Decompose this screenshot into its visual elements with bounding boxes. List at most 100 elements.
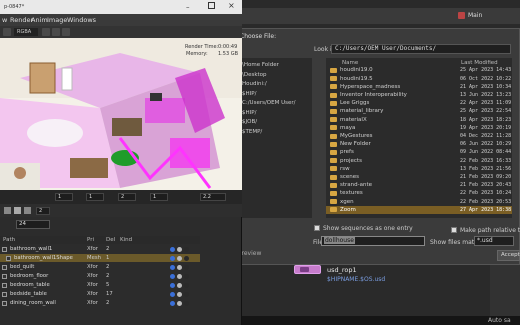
row-checkbox[interactable]	[2, 282, 7, 288]
file-row[interactable]: textures 22 Feb 2023 10:24	[326, 190, 512, 197]
favorite-item[interactable]: $JOB/	[242, 119, 257, 125]
snapshot-icon[interactable]	[3, 28, 11, 36]
visibility-dot-icon[interactable]	[177, 300, 182, 306]
file-row[interactable]: rsw 13 Feb 2023 21:56	[326, 165, 512, 172]
visibility-dot-icon[interactable]	[177, 264, 182, 270]
favorite-item[interactable]: C:/Users/OEM User/	[242, 100, 296, 106]
slot-field-3[interactable]: 2	[118, 193, 136, 201]
scene-row[interactable]: bed_quilt Xfor 2	[0, 263, 200, 271]
visibility-dot-icon[interactable]	[184, 291, 189, 297]
render-viewport[interactable]	[0, 38, 242, 190]
file-row[interactable]: strand-ante 21 Feb 2023 20:43	[326, 182, 512, 189]
stop-icon[interactable]	[4, 207, 11, 214]
file-row[interactable]: xgen 22 Feb 2023 20:53	[326, 198, 512, 205]
show-sequences-checkbox[interactable]	[314, 225, 320, 231]
menu-item-render[interactable]: Render	[10, 16, 33, 24]
visibility-dot-icon[interactable]	[184, 273, 189, 279]
column-header-modified[interactable]: Last Modified	[461, 60, 498, 66]
row-checkbox[interactable]	[6, 255, 11, 261]
column-path[interactable]: Path	[3, 237, 15, 243]
file-row[interactable]: projects 22 Feb 2023 16:33	[326, 157, 512, 164]
file-row[interactable]: scenes 21 Feb 2023 09:20	[326, 174, 512, 181]
play-frame-field[interactable]: 2	[36, 207, 50, 215]
exposure-icon[interactable]	[42, 28, 50, 36]
visibility-dot-icon[interactable]	[170, 300, 175, 306]
file-row[interactable]: Hyperspace_madness 21 Apr 2023 10:34	[326, 83, 512, 90]
row-checkbox[interactable]	[2, 300, 7, 306]
favorite-item[interactable]: \Desktop	[242, 72, 267, 78]
minimize-icon[interactable]: –	[186, 3, 190, 11]
match-filter-input[interactable]: *.usd	[474, 236, 514, 246]
relative-path-checkbox[interactable]	[451, 227, 457, 233]
play-icon[interactable]	[14, 207, 21, 214]
visibility-dot-icon[interactable]	[177, 246, 182, 252]
file-name-input[interactable]: dollhouse	[321, 236, 425, 246]
file-row[interactable]: New Folder 06 Jun 2022 10:29	[326, 141, 512, 148]
file-row[interactable]: Zoom 27 Apr 2023 18:38	[326, 206, 512, 214]
row-checkbox[interactable]	[2, 264, 7, 270]
scene-row[interactable]: bedroom_floor Xfor 2	[0, 272, 200, 280]
scene-row[interactable]: bathroom_wall1 Xfor 2	[0, 245, 200, 253]
close-icon[interactable]: ×	[228, 1, 235, 10]
look-in-path-field[interactable]: C:/Users/OEM User/Documents/	[331, 44, 511, 54]
scene-row[interactable]: bathroom_wall1Shape Mesh 1	[0, 254, 200, 262]
menu-item-anim[interactable]: Anim	[31, 16, 48, 24]
column-kind[interactable]: Kind	[120, 237, 132, 243]
visibility-dot-icon[interactable]	[177, 282, 182, 288]
row-checkbox[interactable]	[2, 246, 7, 252]
file-row[interactable]: material_library 25 Apr 2023 22:54	[326, 108, 512, 115]
visibility-dot-icon[interactable]	[170, 291, 175, 297]
file-row[interactable]: Inventor Interoperability 13 Jun 2022 13:…	[326, 92, 512, 99]
slot-field-4[interactable]: 1	[150, 193, 168, 201]
favorite-item[interactable]: \Home Folder	[242, 62, 279, 68]
visibility-dot-icon[interactable]	[184, 255, 189, 261]
favorite-item[interactable]: $HIP/	[242, 110, 256, 116]
slot-field-5[interactable]: 2.2	[200, 193, 226, 201]
column-pri[interactable]: Pri	[87, 237, 94, 243]
color-correct-icon[interactable]	[52, 28, 60, 36]
visibility-dot-icon[interactable]	[170, 282, 175, 288]
lut-icon[interactable]	[62, 28, 70, 36]
visibility-dot-icon[interactable]	[177, 273, 182, 279]
visibility-dot-icon[interactable]	[184, 246, 189, 252]
favorite-item[interactable]: $HIP/	[242, 91, 256, 97]
accept-button[interactable]: Accept	[497, 250, 520, 261]
file-row[interactable]: houdini19.0 25 Apr 2023 14:43	[326, 67, 512, 74]
visibility-dot-icon[interactable]	[184, 282, 189, 288]
slot-field-1[interactable]: 1	[55, 193, 73, 201]
favorite-item[interactable]: Houdini:/	[242, 81, 267, 87]
slot-field-2[interactable]: 1	[86, 193, 104, 201]
column-del[interactable]: Del	[106, 237, 115, 243]
visibility-dot-icon[interactable]	[177, 255, 182, 261]
visibility-dot-icon[interactable]	[170, 273, 175, 279]
file-row[interactable]: MyGestures 04 Dec 2022 11:28	[326, 133, 512, 140]
folder-icon	[330, 182, 337, 188]
file-row[interactable]: maya 19 Apr 2023 20:19	[326, 124, 512, 131]
visibility-dot-icon[interactable]	[177, 291, 182, 297]
visibility-dot-icon[interactable]	[170, 264, 175, 270]
prim-descendants: 2	[106, 272, 110, 279]
maximize-icon[interactable]	[208, 2, 215, 9]
visibility-dot-icon[interactable]	[170, 255, 175, 261]
channel-dropdown[interactable]: RGBA	[14, 28, 38, 36]
column-header-name[interactable]: Name	[342, 60, 358, 66]
relative-path-label: Make path relative to cu	[460, 227, 520, 234]
row-checkbox[interactable]	[2, 273, 7, 279]
scene-row[interactable]: bedroom_table Xfor 5	[0, 281, 200, 289]
menu-item-window[interactable]: w	[2, 16, 7, 24]
row-checkbox[interactable]	[2, 291, 7, 297]
current-frame-field[interactable]: 24	[16, 220, 50, 229]
visibility-dot-icon[interactable]	[170, 246, 175, 252]
file-row[interactable]: materialX 18 Apr 2023 18:23	[326, 116, 512, 123]
favorite-item[interactable]: $TEMP/	[242, 129, 262, 135]
file-row[interactable]: houdini19.5 06 Oct 2022 10:22	[326, 75, 512, 82]
visibility-dot-icon[interactable]	[184, 264, 189, 270]
file-row[interactable]: prefs 09 Jun 2022 08:44	[326, 149, 512, 156]
scene-row[interactable]: bedside_table Xfor 17	[0, 290, 200, 298]
step-icon[interactable]	[24, 207, 31, 214]
scene-row[interactable]: dining_room_wall Xfor 2	[0, 299, 200, 307]
visibility-dot-icon[interactable]	[184, 300, 189, 306]
file-row[interactable]: Lee Griggs 22 Apr 2023 11:09	[326, 100, 512, 107]
menu-item-image[interactable]: Image	[47, 16, 67, 24]
menu-item-windows[interactable]: Windows	[67, 16, 96, 24]
